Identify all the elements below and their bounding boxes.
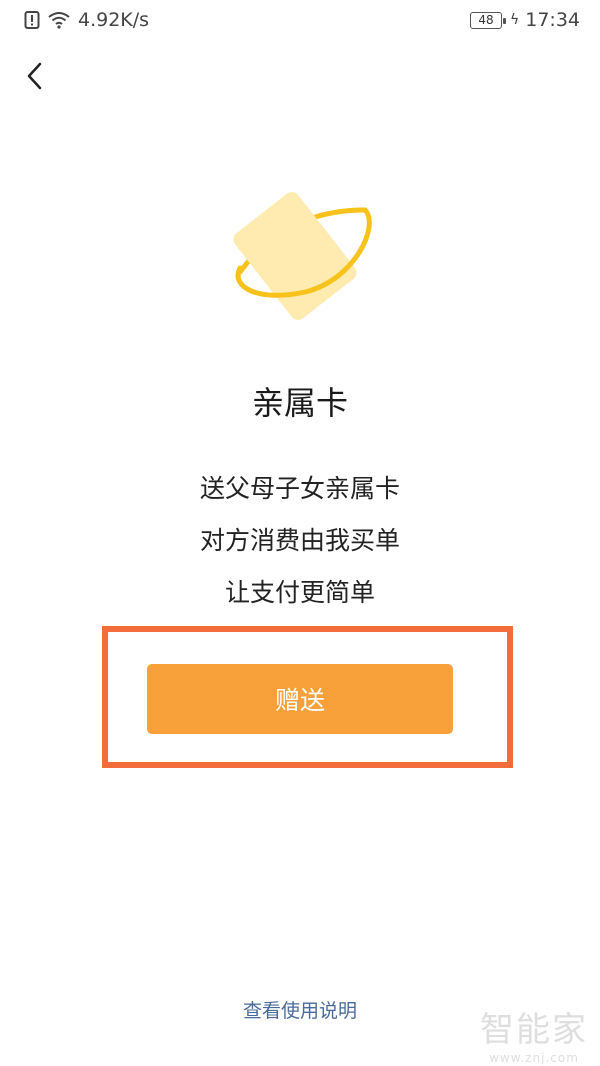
back-button[interactable] — [14, 56, 54, 96]
clock: 17:34 — [525, 9, 580, 31]
chevron-left-icon — [27, 62, 42, 90]
watermark: 智能家 www.znj.com — [480, 1002, 588, 1065]
description-line: 送父母子女亲属卡 — [199, 474, 400, 503]
page-title: 亲属卡 — [251, 384, 348, 422]
charging-icon: ϟ — [509, 12, 520, 28]
gift-button[interactable]: 赠送 — [147, 664, 453, 734]
description-line: 让支付更简单 — [224, 578, 375, 607]
watermark-logo: 智能家 — [480, 1010, 588, 1050]
status-bar: 4.92K/s 48 ϟ 17:34 — [0, 0, 600, 40]
card-shape — [233, 192, 357, 320]
wifi-icon — [48, 12, 70, 29]
network-speed: 4.92K/s — [78, 9, 150, 31]
watermark-url: www.znj.com — [489, 1051, 579, 1065]
card-orbit-icon — [233, 192, 372, 320]
description-line: 对方消费由我买单 — [199, 526, 400, 555]
status-left: 4.92K/s — [24, 9, 149, 31]
battery-level: 48 — [478, 13, 494, 27]
status-right: 48 ϟ 17:34 — [469, 9, 580, 31]
alert-icon — [24, 11, 40, 29]
battery-icon: 48 — [469, 11, 506, 29]
